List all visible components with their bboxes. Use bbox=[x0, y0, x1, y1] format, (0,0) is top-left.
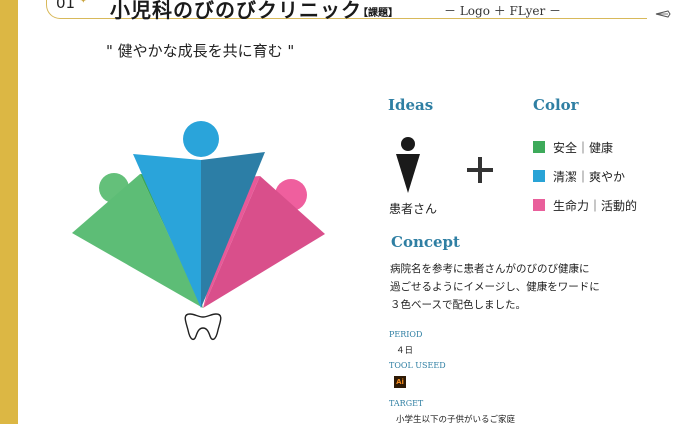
concept-line-2: 過ごせるようにイメージし、健康をワードに bbox=[390, 281, 600, 293]
clinic-logo bbox=[72, 121, 325, 341]
color-label-green: 安全｜健康 bbox=[553, 141, 614, 155]
patient-label: 患者さん bbox=[389, 202, 438, 216]
patient-icon bbox=[396, 137, 420, 193]
period-label: PERIOD bbox=[389, 330, 423, 339]
tool-label: TOOL USEED bbox=[389, 361, 446, 370]
page-number: 01 bbox=[56, 0, 76, 12]
color-label-pink: 生命力｜活動的 bbox=[553, 199, 638, 213]
target-label: TARGET bbox=[389, 399, 424, 408]
swatch-blue bbox=[533, 170, 545, 182]
side-accent-bar bbox=[0, 0, 18, 424]
concept-line-3: ３色ベースで配色しました。 bbox=[390, 299, 526, 311]
period-value: ４日 bbox=[396, 346, 414, 356]
color-title: Color bbox=[533, 96, 579, 114]
swatch-pink bbox=[533, 199, 545, 211]
ideas-title: Ideas bbox=[388, 96, 434, 114]
color-label-blue: 清潔｜爽やか bbox=[553, 170, 626, 184]
concept-line-1: 病院名を参考に患者さんがのびのび健康に bbox=[390, 263, 590, 275]
pen-icon bbox=[655, 10, 671, 18]
plus-icon bbox=[467, 157, 493, 183]
page-mark-icon: ✦ bbox=[80, 0, 87, 5]
tagline: " 健やかな成長を共に育む " bbox=[106, 42, 295, 60]
page-subtitle: － Logo ＋ FLyer － bbox=[444, 4, 562, 18]
concept-title: Concept bbox=[391, 233, 460, 251]
tooth-icon bbox=[184, 313, 222, 341]
title-tag: 【課題】 bbox=[358, 8, 398, 19]
logo-blue-head bbox=[183, 121, 219, 157]
target-value: 小学生以下の子供がいるご家庭 bbox=[396, 415, 516, 425]
swatch-green bbox=[533, 141, 545, 153]
page-title: 小児科のびのびクリニック bbox=[110, 0, 362, 22]
illustrator-icon: Ai bbox=[394, 376, 406, 388]
